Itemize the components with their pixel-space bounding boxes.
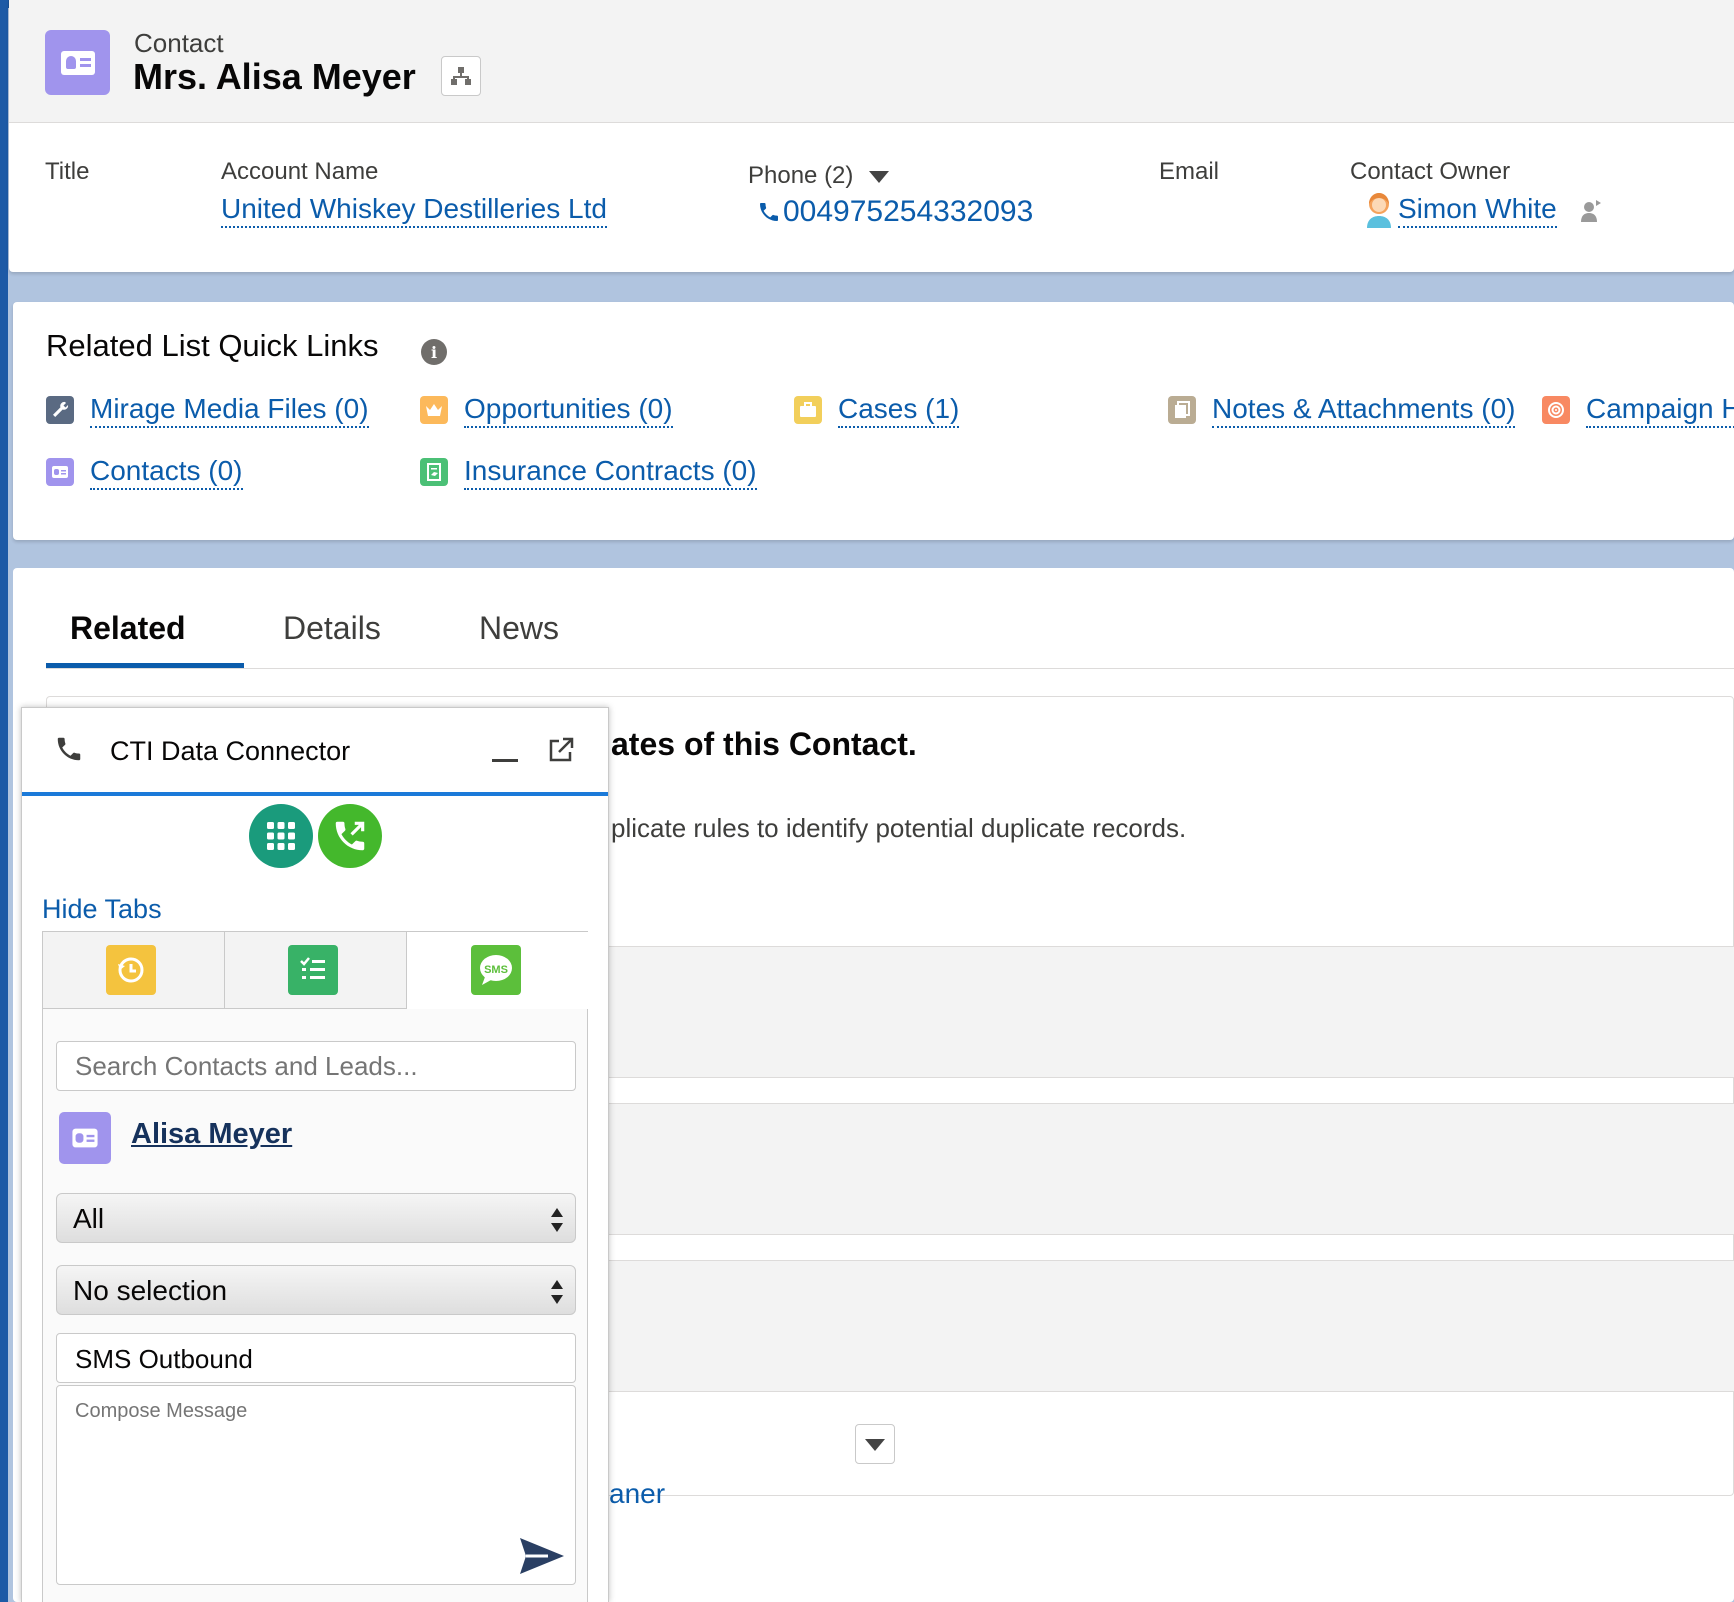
tab-details[interactable]: Details [283, 610, 381, 647]
account-name-label: Account Name [221, 158, 379, 185]
change-owner-icon[interactable] [1581, 198, 1603, 222]
phone-icon [760, 203, 778, 221]
quick-link-label[interactable]: Mirage Media Files (0) [90, 392, 369, 428]
compose-message-input[interactable] [56, 1385, 576, 1585]
contract-icon [420, 458, 448, 486]
message-type-field[interactable]: SMS Outbound [56, 1333, 576, 1383]
cti-tabset: SMS [42, 931, 588, 1009]
target-icon [1542, 396, 1570, 424]
document-icon [1168, 396, 1196, 424]
info-icon[interactable]: i [421, 339, 447, 365]
duplicates-subtext: plicate rules to identify potential dupl… [611, 813, 1187, 843]
phone-dropdown-icon[interactable] [869, 171, 889, 183]
row-actions-button[interactable] [855, 1424, 895, 1464]
tab-call-history[interactable] [43, 932, 225, 1009]
tab-divider [46, 668, 1734, 669]
sms-icon: SMS [471, 945, 521, 995]
wrench-icon [46, 396, 74, 424]
dialpad-button[interactable] [249, 804, 313, 868]
related-list-placeholder [593, 1260, 1734, 1392]
title-label: Title [45, 158, 90, 185]
dialpad-icon [267, 822, 295, 850]
history-icon [106, 945, 156, 995]
template-value: No selection [73, 1275, 228, 1306]
select-arrows-icon [551, 1280, 563, 1304]
hierarchy-icon [451, 67, 471, 85]
contact-owner-link[interactable]: Simon White [1398, 192, 1557, 228]
quick-link-label[interactable]: Notes & Attachments (0) [1212, 392, 1516, 428]
record-header-top: Contact Mrs. Alisa Meyer [9, 0, 1734, 123]
hide-tabs-link[interactable]: Hide Tabs [42, 894, 162, 925]
quick-links-title: Related List Quick Links [46, 328, 379, 363]
contact-icon [59, 1112, 111, 1164]
quick-link-label[interactable]: Campaign H [1586, 392, 1734, 428]
phone-filter-value: All [73, 1203, 105, 1234]
crown-icon [420, 396, 448, 424]
phone-label: Phone (2) [748, 162, 854, 189]
cti-header: CTI Data Connector [22, 708, 608, 796]
outbound-call-icon [335, 821, 365, 851]
related-list-placeholder [593, 946, 1734, 1078]
chevron-down-icon [865, 1439, 885, 1451]
quick-link-label[interactable]: Cases (1) [838, 392, 960, 428]
phone-filter-select[interactable]: All [56, 1193, 576, 1243]
email-label: Email [1159, 158, 1220, 185]
task-list-icon [288, 945, 338, 995]
selected-contact-link[interactable]: Alisa Meyer [131, 1118, 292, 1151]
related-record-link[interactable]: aner [609, 1478, 665, 1510]
tab-related[interactable]: Related [70, 610, 186, 647]
contact-card-icon [46, 458, 74, 486]
briefcase-icon [794, 396, 822, 424]
quick-link-label[interactable]: Opportunities (0) [464, 392, 673, 428]
duplicates-heading: ates of this Contact. [611, 726, 917, 762]
outbound-call-button[interactable] [318, 804, 382, 868]
phone-link[interactable]: 004975254332093 [757, 194, 1033, 230]
left-edge [0, 0, 8, 1602]
select-arrows-icon [551, 1208, 563, 1232]
owner-avatar [1367, 193, 1391, 228]
contact-record-icon [45, 30, 110, 95]
account-name-link[interactable]: United Whiskey Destilleries Ltd [221, 192, 607, 228]
related-list-quick-links: Related List Quick Links i Mirage Media … [13, 302, 1734, 540]
quick-link-label[interactable]: Contacts (0) [90, 454, 243, 490]
search-contacts-input[interactable] [56, 1041, 576, 1091]
quick-link-label[interactable]: Insurance Contracts (0) [464, 454, 757, 490]
record-header: Contact Mrs. Alisa Meyer Title Account N… [9, 0, 1734, 272]
template-select[interactable]: No selection [56, 1265, 576, 1315]
contact-owner-label: Contact Owner [1350, 158, 1511, 185]
sms-icon-text: SMS [484, 964, 508, 976]
popout-icon[interactable] [547, 736, 575, 764]
minimize-icon[interactable] [492, 759, 518, 762]
send-icon[interactable] [518, 1536, 566, 1576]
phone-icon [57, 737, 81, 761]
tab-sms[interactable]: SMS [407, 932, 588, 1009]
record-type: Contact [134, 28, 224, 58]
hierarchy-button[interactable] [441, 56, 481, 96]
tab-news[interactable]: News [479, 610, 559, 647]
phone-number: 004975254332093 [783, 195, 1034, 228]
cti-title: CTI Data Connector [110, 736, 351, 766]
related-list-placeholder [593, 1103, 1734, 1235]
tab-tasks[interactable] [225, 932, 407, 1009]
record-name: Mrs. Alisa Meyer [133, 56, 416, 97]
cti-data-connector-panel: CTI Data Connector Hide Tabs SMS Search … [21, 707, 609, 1602]
